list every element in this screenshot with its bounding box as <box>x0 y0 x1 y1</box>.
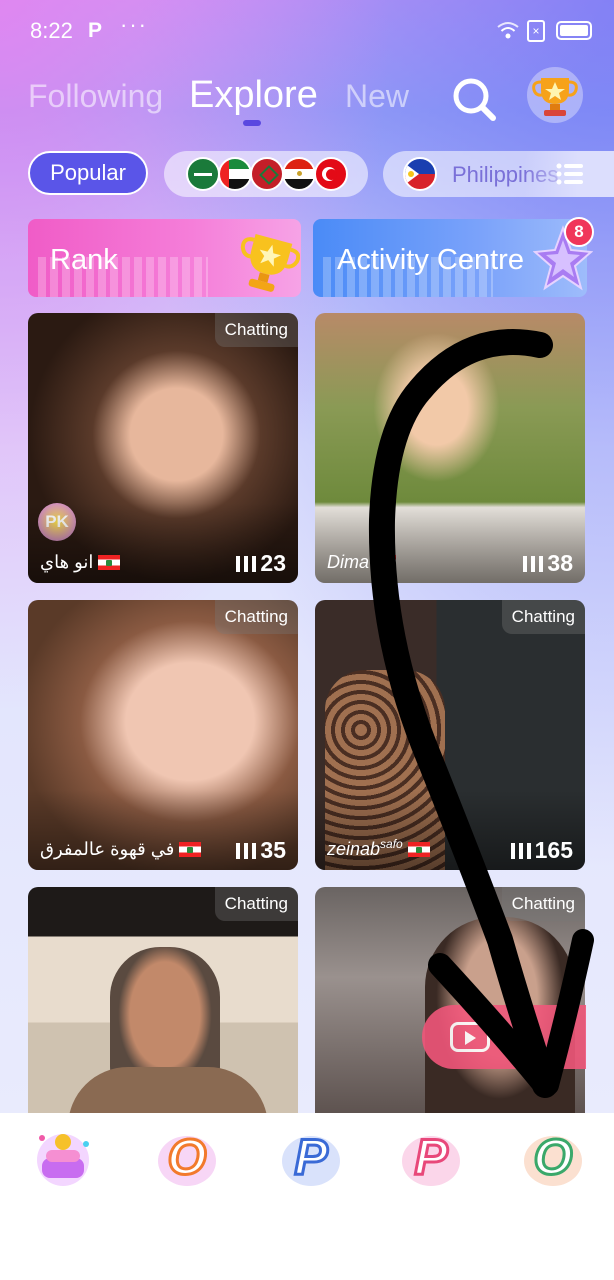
room-status: Chatting <box>501 887 585 921</box>
list-menu-icon[interactable] <box>556 163 584 185</box>
room-status: Chatting <box>214 600 298 634</box>
lebanon-flag-icon <box>407 842 430 857</box>
nav-cake-icon[interactable] <box>30 1124 96 1190</box>
room-name-text: في قهوة عالمفرق <box>40 839 175 859</box>
turkey-flag-icon <box>314 157 348 191</box>
go-live-button[interactable] <box>422 1005 586 1069</box>
uae-flag-icon <box>218 157 252 191</box>
room-name-suffix: safo <box>380 837 403 851</box>
nav-letter-p-2[interactable]: P <box>398 1124 464 1190</box>
nav-letter-o-2[interactable]: O <box>520 1124 586 1190</box>
room-card[interactable]: Chatting PK انو هاي 23 <box>28 313 298 583</box>
viewer-count-value: 38 <box>547 550 573 576</box>
morocco-flag-icon <box>250 157 284 191</box>
tab-explore[interactable]: Explore <box>189 74 318 117</box>
search-icon[interactable] <box>449 74 499 124</box>
region-flags-chip[interactable] <box>164 151 368 197</box>
viewers-icon <box>236 556 257 572</box>
room-name-text: انو هاي <box>40 552 94 572</box>
nav-letter-o-1[interactable]: O <box>154 1124 220 1190</box>
viewer-count-value: 35 <box>260 837 286 863</box>
popular-filter-chip[interactable]: Popular <box>28 151 148 195</box>
wifi-icon <box>497 22 519 39</box>
gold-cup-icon <box>240 234 300 292</box>
room-name: في قهوة عالمفرق <box>40 839 202 860</box>
room-card[interactable]: Chatting في قهوة عالمفرق 35 <box>28 600 298 870</box>
status-time: 8:22 <box>30 18 73 43</box>
letter-p-icon: P <box>413 1129 449 1185</box>
room-name-text: zeinab <box>327 839 381 859</box>
letter-o-icon: O <box>166 1129 208 1185</box>
video-camera-icon <box>450 1022 490 1052</box>
room-name: انو هاي <box>40 552 121 573</box>
room-card[interactable]: Chatting zeinabsafo 165 <box>315 600 585 870</box>
lebanon-flag-icon <box>374 555 397 570</box>
tab-new[interactable]: New <box>345 78 409 115</box>
saudi-flag-icon <box>186 157 220 191</box>
letter-p-icon: P <box>293 1129 329 1185</box>
viewer-count: 38 <box>523 550 573 577</box>
lebanon-flag-icon <box>98 555 121 570</box>
room-card[interactable]: Dima 38 <box>315 313 585 583</box>
room-card[interactable]: Chatting <box>315 887 585 1113</box>
room-name: Dima <box>327 552 397 573</box>
notification-badge: 8 <box>564 217 594 247</box>
tab-following[interactable]: Following <box>28 78 163 115</box>
battery-icon <box>556 21 592 40</box>
egypt-flag-icon <box>282 157 316 191</box>
trophy-icon[interactable] <box>526 66 584 124</box>
viewer-count: 35 <box>236 837 286 864</box>
room-status: Chatting <box>501 600 585 634</box>
room-card[interactable]: Chatting <box>28 887 298 1113</box>
letter-o-icon: O <box>532 1129 574 1185</box>
viewers-icon <box>510 843 531 859</box>
room-status: Chatting <box>214 313 298 347</box>
nav-letter-p-1[interactable]: P <box>278 1124 344 1190</box>
activity-centre-label: Activity Centre <box>337 244 524 276</box>
viewer-count: 23 <box>236 550 286 577</box>
room-name-text: Dima <box>327 552 370 572</box>
room-name: zeinabsafo <box>327 837 430 860</box>
viewers-icon <box>523 556 544 572</box>
app-notification-icon: P <box>88 19 103 42</box>
rank-banner-label: Rank <box>50 244 118 276</box>
status-bar: 8:22 P ··· × <box>0 0 614 62</box>
more-notifications-icon: ··· <box>120 12 148 37</box>
card-photo <box>68 1067 268 1113</box>
active-tab-indicator <box>243 120 261 126</box>
room-status: Chatting <box>214 887 298 921</box>
viewers-icon <box>236 843 257 859</box>
lebanon-flag-icon <box>179 842 202 857</box>
philippines-flag-icon <box>403 157 437 191</box>
viewer-count-value: 23 <box>260 550 286 576</box>
viewer-count-value: 165 <box>534 837 573 863</box>
viewer-count: 165 <box>510 837 573 864</box>
cake-icon <box>37 1134 89 1186</box>
no-sim-icon: × <box>527 20 545 42</box>
